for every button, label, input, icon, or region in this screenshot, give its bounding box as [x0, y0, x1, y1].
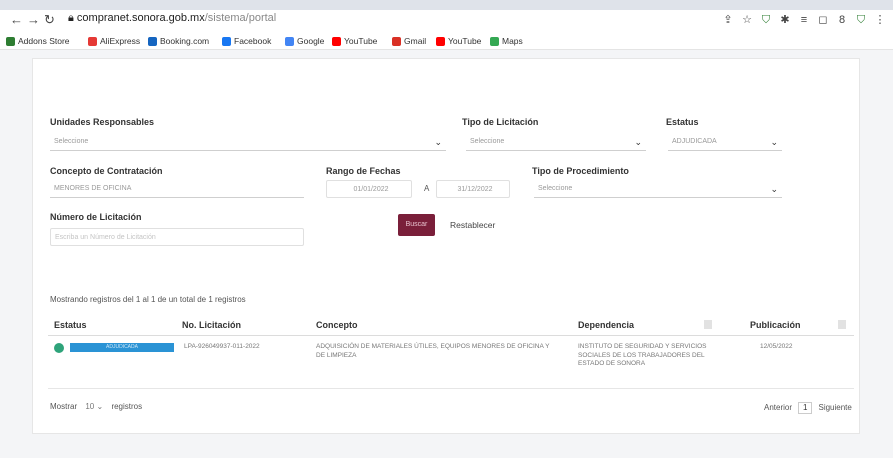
next-page-button[interactable]: Siguiente: [818, 403, 851, 412]
security-icon[interactable]: ⛉: [855, 14, 867, 26]
tab-strip: [0, 0, 893, 10]
th-concepto[interactable]: Concepto: [316, 320, 358, 330]
google-icon: [285, 36, 294, 46]
cell-numero: LPA-926049937-011-2022: [184, 343, 260, 350]
addons-icon: [6, 36, 15, 46]
unidades-select[interactable]: Seleccione ⌄: [50, 133, 446, 151]
search-button[interactable]: Buscar: [398, 214, 435, 236]
concepto-label: Concepto de Contratación: [50, 166, 163, 176]
tipo-licitacion-select[interactable]: Seleccione ⌄: [466, 133, 646, 151]
youtube-icon: [436, 36, 445, 46]
records-info: Mostrando registros del 1 al 1 de un tot…: [50, 295, 246, 304]
bookmark-aliexpress[interactable]: AliExpress: [88, 36, 140, 46]
th-publicacion[interactable]: Publicación: [750, 320, 801, 330]
estatus-select[interactable]: ADJUDICADA ⌄: [668, 133, 782, 151]
numero-label: Número de Licitación: [50, 212, 142, 222]
gmail-icon: [392, 36, 401, 46]
th-estatus[interactable]: Estatus: [54, 320, 87, 330]
numero-input[interactable]: Escriba un Número de Licitación: [50, 228, 304, 246]
table-row[interactable]: ADJUDICADA LPA-926049937-011-2022 ADQUIS…: [48, 337, 854, 389]
sort-icon[interactable]: [704, 320, 712, 329]
forward-icon[interactable]: →: [27, 12, 40, 27]
th-dependencia[interactable]: Dependencia: [578, 320, 634, 330]
url-path: /sistema/portal: [204, 12, 277, 24]
bookmark-youtube-2[interactable]: YouTube: [436, 36, 481, 46]
tipo-licitacion-label: Tipo de Licitación: [462, 117, 539, 127]
status-badge: ADJUDICADA: [70, 343, 174, 352]
rango-separator: A: [424, 184, 430, 193]
playlist-icon[interactable]: ≡: [798, 14, 810, 26]
th-numero[interactable]: No. Licitación: [182, 320, 241, 330]
cell-publicacion: 12/05/2022: [760, 343, 793, 350]
chevron-down-icon: ⌄: [634, 137, 642, 147]
bookmark-maps[interactable]: Maps: [490, 36, 523, 46]
share-icon[interactable]: ⇪: [722, 14, 734, 26]
bookmark-facebook[interactable]: Facebook: [222, 36, 271, 46]
profile-icon[interactable]: 8: [836, 14, 848, 26]
tipo-procedimiento-value: Seleccione: [538, 185, 573, 192]
tipo-procedimiento-label: Tipo de Procedimiento: [532, 166, 629, 176]
back-icon[interactable]: ←: [10, 12, 23, 27]
reload-icon[interactable]: ↻: [44, 12, 55, 28]
address-bar[interactable]: 🔒︎ compranet.sonora.gob.mx/sistema/porta…: [68, 12, 408, 30]
aliexpress-icon: [88, 36, 97, 46]
bookmark-youtube[interactable]: YouTube: [332, 36, 377, 46]
bookmark-addons[interactable]: Addons Store: [6, 36, 70, 46]
lock-icon: 🔒︎: [68, 12, 74, 24]
youtube-icon: [332, 36, 341, 46]
window-icon[interactable]: ◻: [817, 14, 829, 26]
unidades-label: Unidades Responsables: [50, 117, 155, 127]
estatus-label: Estatus: [666, 117, 699, 127]
sort-icon[interactable]: [838, 320, 846, 329]
unidades-value: Seleccione: [54, 138, 89, 145]
facebook-icon: [222, 36, 231, 46]
tipo-licitacion-value: Seleccione: [470, 138, 505, 145]
rango-label: Rango de Fechas: [326, 166, 401, 176]
maps-icon: [490, 36, 499, 46]
extension-icon[interactable]: ✱: [779, 14, 791, 26]
prev-page-button[interactable]: Anterior: [764, 403, 792, 412]
chevron-down-icon: ⌄: [434, 137, 442, 147]
estatus-value: ADJUDICADA: [672, 138, 717, 145]
bookmark-gmail[interactable]: Gmail: [392, 36, 426, 46]
expand-row-icon[interactable]: [54, 343, 64, 353]
booking-icon: [148, 36, 157, 46]
fecha-hasta-input[interactable]: 31/12/2022: [436, 180, 510, 198]
cell-dependencia: INSTITUTO DE SEGURIDAD Y SERVICIOS SOCIA…: [578, 343, 707, 367]
cell-concepto: ADQUISICIÓN DE MATERIALES ÚTILES, EQUIPO…: [316, 343, 550, 359]
concepto-input[interactable]: MENORES DE OFICINA: [50, 180, 304, 198]
star-icon[interactable]: ☆: [741, 14, 753, 26]
fecha-desde-value: 01/01/2022: [353, 186, 389, 193]
bookmark-booking[interactable]: Booking.com: [148, 36, 209, 46]
url-host: compranet.sonora.gob.mx: [76, 12, 205, 24]
registros-label: registros: [111, 402, 143, 411]
current-page[interactable]: 1: [798, 402, 813, 414]
bookmark-google[interactable]: Google: [285, 36, 324, 46]
page-size-select[interactable]: 10 ⌄: [85, 402, 103, 411]
chevron-down-icon: ⌄: [770, 137, 778, 147]
chevron-down-icon: ⌄: [96, 402, 104, 411]
chevron-down-icon: ⌄: [770, 184, 778, 194]
bookmarks-bar: Addons Store AliExpress Booking.com Face…: [0, 32, 893, 50]
fecha-desde-input[interactable]: 01/01/2022: [326, 180, 412, 198]
numero-placeholder: Escriba un Número de Licitación: [55, 234, 156, 241]
page-size-control: Mostrar 10 ⌄ registros: [50, 402, 142, 411]
table-header: Estatus No. Licitación Concepto Dependen…: [48, 314, 854, 336]
tipo-procedimiento-select[interactable]: Seleccione ⌄: [534, 180, 782, 198]
page-size-value: 10: [85, 402, 95, 411]
menu-icon[interactable]: ⋮: [874, 14, 886, 26]
reset-button[interactable]: Restablecer: [450, 220, 495, 230]
pagination: Anterior 1 Siguiente: [764, 402, 852, 414]
shield-icon[interactable]: ⛉: [760, 14, 772, 26]
fecha-hasta-value: 31/12/2022: [457, 186, 493, 193]
concepto-value: MENORES DE OFICINA: [54, 185, 132, 192]
mostrar-label: Mostrar: [50, 402, 78, 411]
